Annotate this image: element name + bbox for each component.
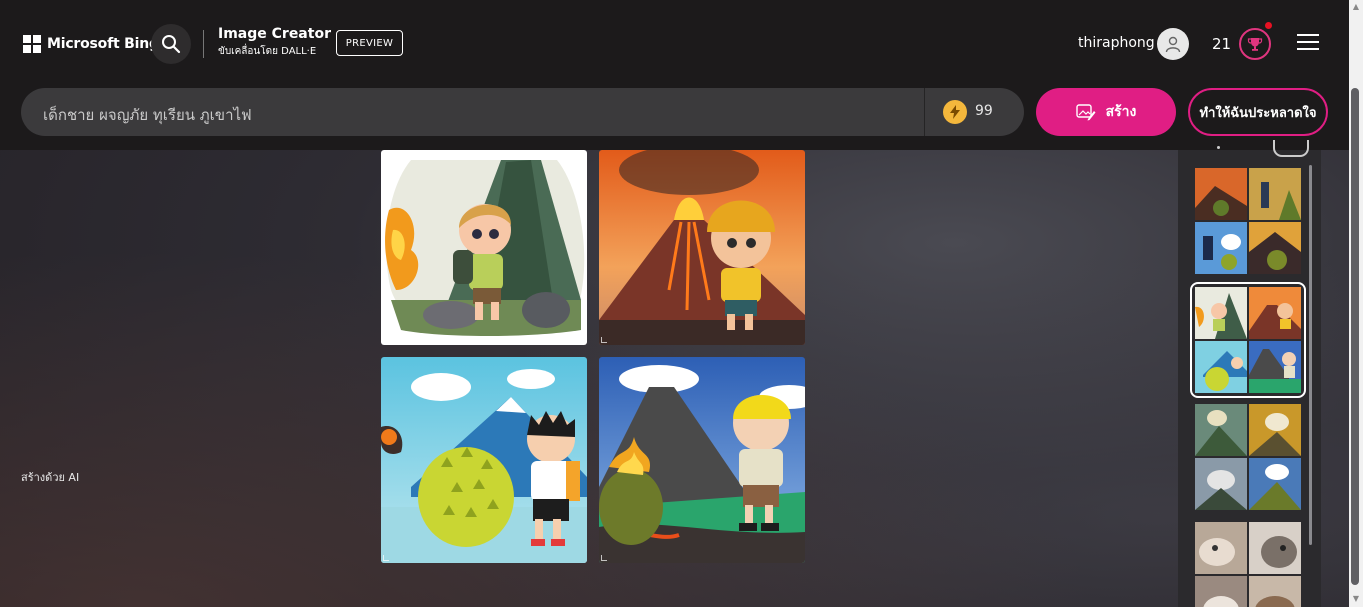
made-with-ai-label: สร้างด้วย AI <box>21 471 80 484</box>
history-toggle[interactable] <box>1273 140 1309 157</box>
generated-image-1[interactable] <box>381 150 587 345</box>
microsoft-logo-icon <box>23 35 41 53</box>
generated-image-2[interactable] <box>599 150 805 345</box>
history-thumbnail <box>1249 458 1301 510</box>
top-header: Microsoft Bing Image Creator ขับเคลื่อนโ… <box>0 0 1349 88</box>
boost-icon <box>943 100 967 124</box>
history-thumbnail <box>1195 222 1247 274</box>
rewards-count[interactable]: 21 <box>1212 35 1231 53</box>
history-thumbnail <box>1249 404 1301 456</box>
history-thumbnail <box>1195 522 1247 574</box>
history-thumbnail <box>1249 287 1301 339</box>
create-label: สร้าง <box>1105 104 1137 120</box>
history-thumbnail <box>1249 522 1301 574</box>
page-scrollbar-thumb[interactable] <box>1351 88 1359 585</box>
history-set-2-selected[interactable] <box>1190 282 1306 398</box>
history-thumbnail <box>1249 341 1301 393</box>
prompt-divider <box>924 88 925 136</box>
history-thumbnail <box>1249 576 1301 607</box>
generated-image-4[interactable] <box>599 357 805 563</box>
avatar[interactable] <box>1157 28 1189 60</box>
history-scrollbar[interactable] <box>1309 165 1312 545</box>
username[interactable]: thiraphong <box>1078 35 1155 51</box>
history-set-3[interactable] <box>1195 404 1301 510</box>
create-button[interactable]: สร้าง <box>1036 88 1176 136</box>
prompt-text[interactable]: เด็กชาย ผจญภัย ทุเรียน ภูเขาไฟ <box>43 103 252 127</box>
prompt-input[interactable]: เด็กชาย ผจญภัย ทุเรียน ภูเขาไฟ 99 <box>21 88 1024 136</box>
scroll-up-arrow[interactable]: ▲ <box>1351 2 1361 12</box>
history-thumbnail <box>1195 404 1247 456</box>
search-button[interactable] <box>151 24 191 64</box>
lightning-icon <box>950 105 960 119</box>
header-divider <box>203 30 204 58</box>
brand-name: Microsoft Bing <box>47 36 159 52</box>
preview-badge: PREVIEW <box>336 30 403 56</box>
menu-button[interactable] <box>1297 34 1319 52</box>
history-thumbnail <box>1195 458 1247 510</box>
history-set-4[interactable] <box>1195 522 1301 607</box>
generated-image-3[interactable] <box>381 357 587 563</box>
user-icon <box>1165 36 1181 53</box>
boost-count: 99 <box>975 103 993 119</box>
history-thumbnail <box>1249 168 1301 220</box>
history-panel-dot <box>1217 146 1220 149</box>
notification-dot <box>1265 22 1272 29</box>
search-icon <box>162 35 181 54</box>
rewards-button[interactable] <box>1239 28 1271 60</box>
product-title-block[interactable]: Image Creator ขับเคลื่อนโดย DALL·E <box>218 26 331 59</box>
history-thumbnail <box>1249 222 1301 274</box>
surprise-me-button[interactable]: ทำให้ฉันประหลาดใจ <box>1188 88 1328 136</box>
history-thumbnail <box>1195 341 1247 393</box>
bing-logo[interactable]: Microsoft Bing <box>23 35 159 53</box>
history-thumbnail <box>1195 576 1247 607</box>
product-title: Image Creator <box>218 26 331 42</box>
image-edit-icon <box>1075 104 1096 121</box>
hamburger-icon <box>1297 34 1319 36</box>
history-thumbnail <box>1195 168 1247 220</box>
scroll-down-arrow[interactable]: ▼ <box>1351 594 1361 604</box>
history-set-1[interactable] <box>1195 168 1301 274</box>
product-subtitle: ขับเคลื่อนโดย DALL·E <box>218 46 317 57</box>
trophy-icon <box>1247 38 1263 51</box>
history-thumbnail <box>1195 287 1247 339</box>
